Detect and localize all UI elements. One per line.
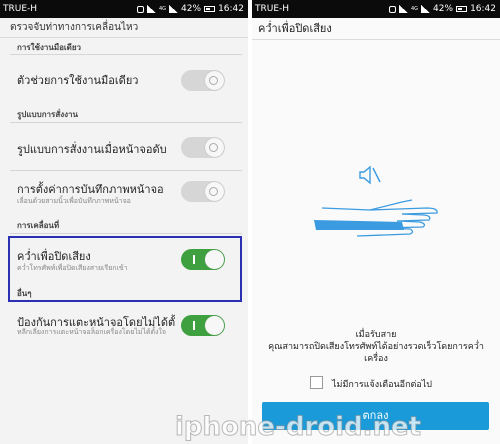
network-type: 4G [410,6,419,12]
carrier-label: TRUE-H [255,4,290,14]
prevent-accidental-touch-toggle[interactable] [181,315,225,336]
screenshot-setting-toggle[interactable] [181,181,225,202]
battery-icon [456,6,468,12]
section-header-motion: การเคลื่อนที่ [17,221,60,230]
dialog-message-line1: เมื่อรับสาย [355,330,397,340]
screenoff-gesture-toggle[interactable] [181,137,225,158]
settings-screen: TRUE-H 4G 42% 16:42 ตรวจจับท่าทางการเคลื… [0,0,248,444]
divider [10,170,242,171]
dont-remind-checkbox[interactable] [310,376,323,389]
signal-icon [421,5,431,13]
speaker-muted-icon [359,165,381,185]
screenoff-gesture-label: รูปแบบการสั่งงานเมื่อหน้าจอดับ [17,143,167,156]
flip-to-mute-dialog-screen: TRUE-H 4G 42% 16:42 คว่ำเพื่อปิดเสียง เม… [252,0,500,444]
highlight-box [8,236,242,302]
signal-icon [146,5,156,13]
page-title: ตรวจจับท่าทางการเคลื่อนไหว [0,18,248,38]
divider [10,233,242,234]
onehand-assist-label: ตัวช่วยการใช้งานมือเดียว [17,74,139,87]
signal-icon [398,5,408,13]
network-type: 4G [158,6,167,12]
status-bar: TRUE-H 4G 42% 16:42 [252,0,500,18]
dialog-message-line2: คุณสามารถปิดเสียงโทรศัพท์ได้อย่างรวดเร็ว… [268,342,484,364]
onehand-assist-toggle[interactable] [181,70,225,91]
clock: 16:42 [218,4,244,14]
battery-icon [204,6,216,12]
battery-percent: 42% [181,4,202,14]
phone-shape [314,220,404,230]
notification-icon [388,5,396,13]
section-header-operation: รูปแบบการสั่งงาน [17,110,78,119]
flip-phone-illustration [314,165,438,237]
clock: 16:42 [470,4,496,14]
carrier-label: TRUE-H [3,4,38,14]
divider [10,54,242,55]
dialog-title: คว่ำเพื่อปิดเสียง [252,18,500,40]
section-header-onehand: การใช้งานมือเดียว [17,43,82,52]
dont-remind-label[interactable]: ไม่มีการแจ้งเตือนอีกต่อไป [332,377,432,391]
battery-percent: 42% [433,4,454,14]
screenshot-setting-subtitle: เลื่อนด้วยสามนิ้วเพื่อบันทึกภาพหน้าจอ [17,197,131,205]
watermark: iphone-droid.net [174,412,422,443]
status-bar: TRUE-H 4G 42% 16:42 [0,0,248,18]
hand-icon [321,199,438,237]
signal-icon [169,5,179,13]
divider [10,122,242,123]
prevent-accidental-touch-subtitle: หลีกเลี่ยงการแตะหน้าจอล็อกเครื่องโดยไม่ไ… [17,328,167,336]
notification-icon [136,5,144,13]
